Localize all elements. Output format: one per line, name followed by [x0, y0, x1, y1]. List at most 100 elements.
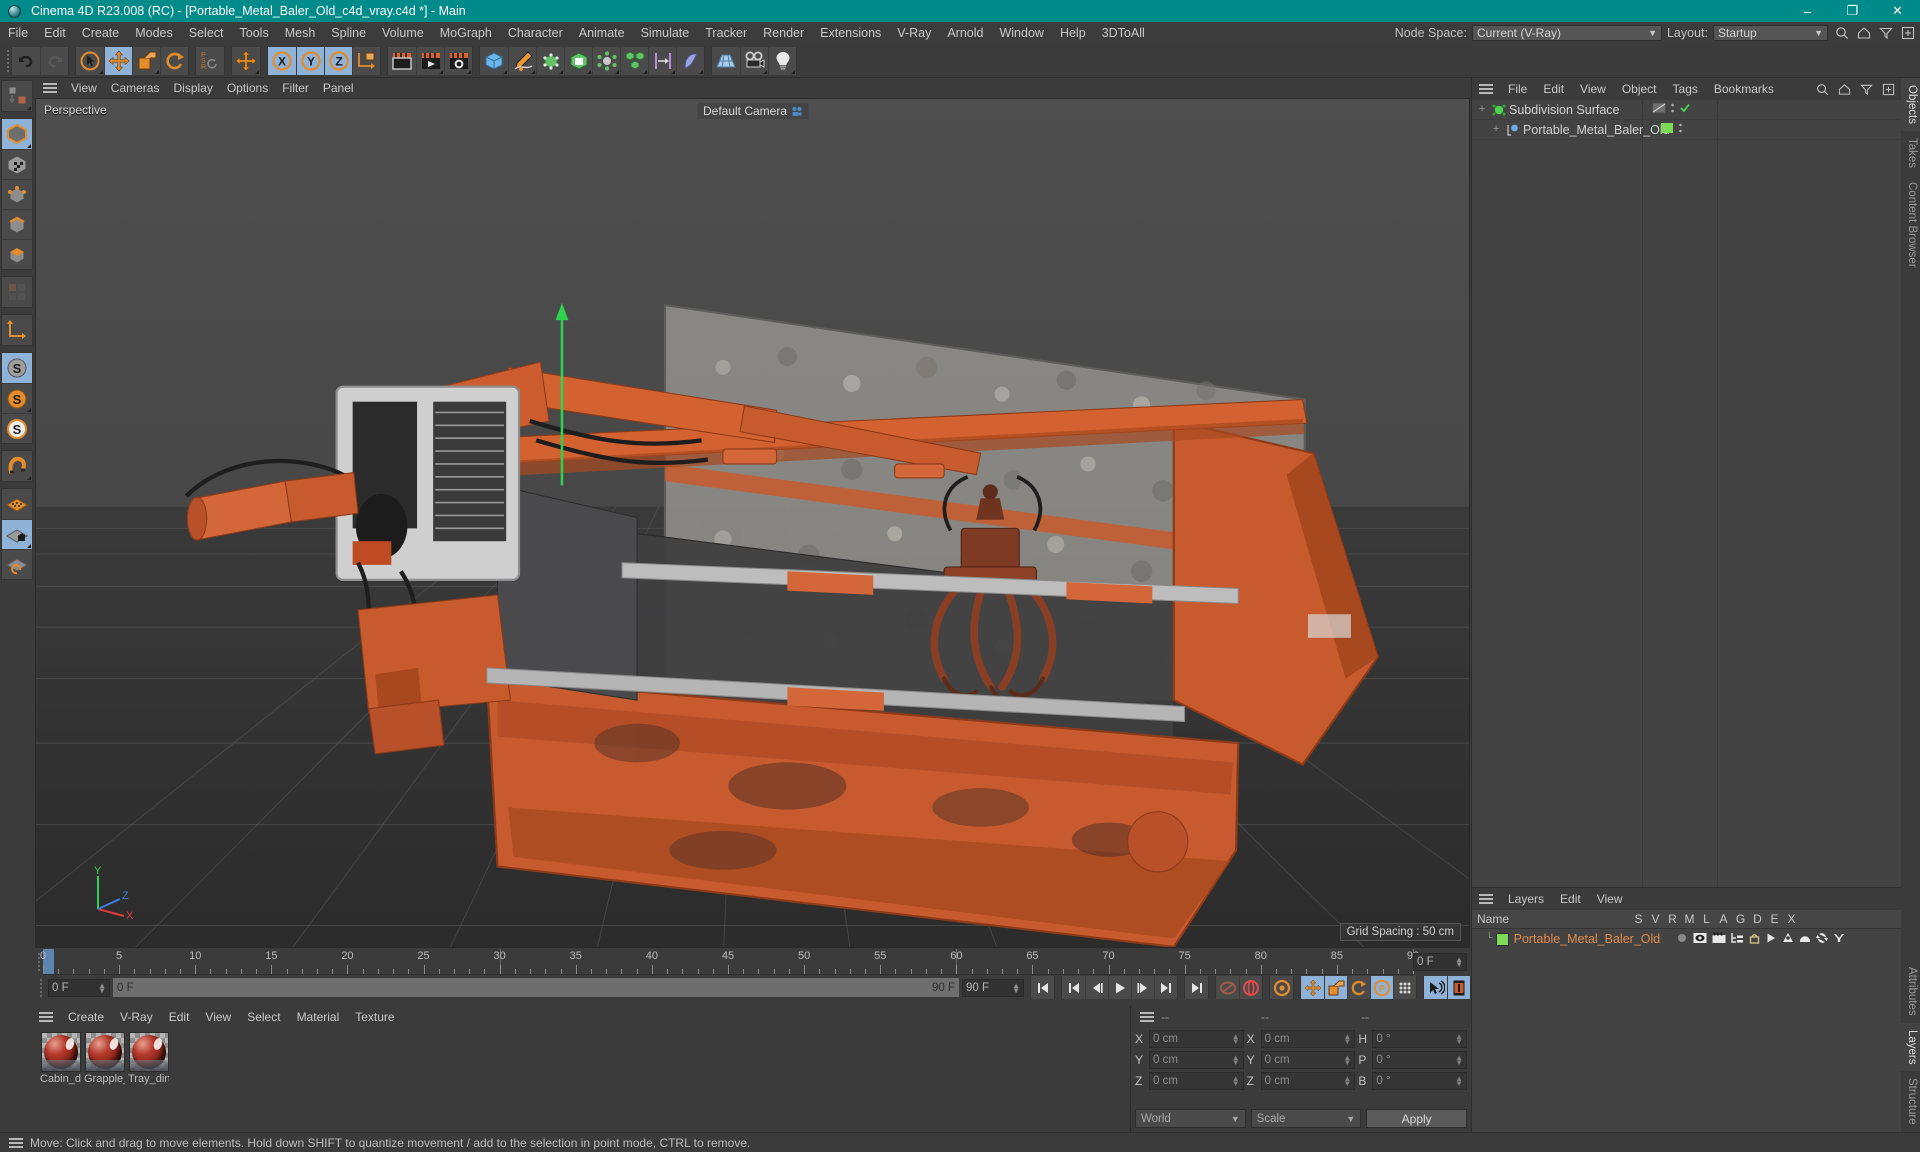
- filter-icon[interactable]: [1877, 25, 1894, 42]
- render-view-button[interactable]: [388, 46, 416, 75]
- menu-item-file[interactable]: File: [0, 22, 36, 44]
- object-menu-tags[interactable]: Tags: [1665, 78, 1706, 100]
- spinner[interactable]: ▲ ▼: [1232, 1075, 1240, 1088]
- snap-enable-button[interactable]: [2, 489, 32, 519]
- field-rotation-H[interactable]: 0 ° ▲ ▼: [1372, 1030, 1468, 1048]
- generators-toggle-icon[interactable]: [1782, 932, 1794, 947]
- viewport-menu-options[interactable]: Options: [220, 78, 275, 98]
- viewport-menu-hamburger-icon[interactable]: [43, 81, 59, 95]
- field-size-Z[interactable]: 0 cm ▲ ▼: [1260, 1072, 1356, 1090]
- enable-axis-button[interactable]: [2, 315, 32, 345]
- viewport-rotate-icon[interactable]: [1422, 99, 1439, 100]
- go-to-previous-key-button[interactable]: [1062, 976, 1085, 999]
- field-position-Y[interactable]: 0 cm ▲ ▼: [1149, 1051, 1244, 1069]
- environment-button[interactable]: [592, 46, 620, 75]
- viewport-move-icon[interactable]: [1378, 99, 1395, 100]
- layer-menu-layers[interactable]: Layers: [1500, 888, 1552, 910]
- spinner[interactable]: ▲ ▼: [1343, 1054, 1351, 1067]
- lock-toggle-icon[interactable]: [1749, 932, 1760, 947]
- go-to-next-key-button[interactable]: [1154, 976, 1177, 999]
- key-rotation-button[interactable]: [1347, 976, 1370, 999]
- light-object-button[interactable]: [768, 46, 796, 75]
- menu-item-render[interactable]: Render: [755, 22, 812, 44]
- object-tree[interactable]: + Subdivision Surface + Portable_Metal_B…: [1472, 100, 1901, 887]
- home-icon[interactable]: [1855, 25, 1872, 42]
- maximize-button[interactable]: ❐: [1830, 0, 1875, 22]
- material-menu-material[interactable]: Material: [289, 1006, 348, 1028]
- material-menu-edit[interactable]: Edit: [161, 1006, 198, 1028]
- world-axis-button[interactable]: [232, 46, 260, 75]
- render-settings-button[interactable]: [444, 46, 472, 75]
- right-frame-field[interactable]: 0 F ▲ ▼: [1413, 953, 1467, 971]
- menu-item-arnold[interactable]: Arnold: [939, 22, 991, 44]
- current-frame-field[interactable]: 0 F ▲ ▼: [48, 978, 110, 997]
- field-rotation-P[interactable]: 0 ° ▲ ▼: [1372, 1051, 1468, 1069]
- coordinate-system-button[interactable]: [352, 46, 380, 75]
- undo-button[interactable]: [12, 46, 40, 75]
- material-menu-hamburger-icon[interactable]: [39, 1010, 55, 1024]
- menu-item-character[interactable]: Character: [500, 22, 571, 44]
- step-back-button[interactable]: [1085, 976, 1108, 999]
- layout-select[interactable]: Startup ▼: [1713, 25, 1828, 41]
- cloth-surface-button[interactable]: [676, 46, 704, 75]
- timebar-grip[interactable]: [36, 978, 45, 997]
- layer-color-swatch[interactable]: [1660, 121, 1674, 138]
- field-position-Z[interactable]: 0 cm ▲ ▼: [1149, 1072, 1244, 1090]
- select-tool-button[interactable]: [76, 46, 104, 75]
- vtab-layers[interactable]: Layers: [1901, 1022, 1920, 1072]
- material-menu-create[interactable]: Create: [60, 1006, 112, 1028]
- go-to-start-button[interactable]: [1031, 976, 1054, 999]
- key-parameter-button[interactable]: P: [1370, 976, 1393, 999]
- spinner[interactable]: ▲ ▼: [1343, 1033, 1351, 1046]
- row-dots-icon[interactable]: [1670, 101, 1675, 118]
- play-button[interactable]: [1108, 976, 1131, 999]
- polygons-mode-button[interactable]: [2, 239, 32, 269]
- model-mode-button[interactable]: [2, 119, 32, 149]
- menu-item-extensions[interactable]: Extensions: [812, 22, 889, 44]
- playback-range-bar[interactable]: 0 F 90 F: [113, 978, 959, 997]
- scale-tool-button[interactable]: [132, 46, 160, 75]
- layer-menu-hamburger-icon[interactable]: [1479, 892, 1495, 906]
- points-mode-button[interactable]: [2, 179, 32, 209]
- apply-button[interactable]: Apply: [1366, 1109, 1468, 1128]
- expressions-toggle-icon[interactable]: [1816, 932, 1829, 947]
- viewport-3d[interactable]: Perspective Default Camera Grid Spacing …: [35, 98, 1470, 948]
- toolbar-grip[interactable]: [4, 48, 11, 74]
- coordinate-mode-select[interactable]: Scale ▼: [1250, 1109, 1362, 1128]
- object-home-icon[interactable]: [1836, 81, 1853, 98]
- material-thumbnail[interactable]: [40, 1032, 81, 1072]
- viewport-menu-view[interactable]: View: [64, 78, 104, 98]
- camera-object-button[interactable]: [740, 46, 768, 75]
- move-tool-button[interactable]: [104, 46, 132, 75]
- object-menu-edit[interactable]: Edit: [1535, 78, 1572, 100]
- field-size-X[interactable]: 0 cm ▲ ▼: [1260, 1030, 1356, 1048]
- menu-item-tools[interactable]: Tools: [232, 22, 277, 44]
- menu-item-mograph[interactable]: MoGraph: [432, 22, 500, 44]
- psr-toggle-button[interactable]: PSR: [196, 46, 224, 75]
- key-point-level-button[interactable]: [1393, 976, 1416, 999]
- vtab-takes[interactable]: Takes: [1901, 131, 1920, 176]
- redo-button[interactable]: [40, 46, 68, 75]
- animation-toggle-icon[interactable]: [1765, 932, 1777, 947]
- object-menu-object[interactable]: Object: [1614, 78, 1665, 100]
- step-forward-button[interactable]: [1131, 976, 1154, 999]
- snap-lock-button[interactable]: [2, 519, 32, 549]
- soft-selection-button[interactable]: S: [2, 353, 32, 383]
- spinner[interactable]: ▲ ▼: [1455, 1075, 1463, 1088]
- key-scale-button[interactable]: [1324, 976, 1347, 999]
- edges-mode-button[interactable]: [2, 209, 32, 239]
- menu-item-edit[interactable]: Edit: [36, 22, 74, 44]
- row-dots-icon[interactable]: [1678, 121, 1683, 138]
- field-rotation-B[interactable]: 0 ° ▲ ▼: [1372, 1072, 1468, 1090]
- material-menu-texture[interactable]: Texture: [347, 1006, 402, 1028]
- object-add-icon[interactable]: [1880, 81, 1897, 98]
- menu-item-v-ray[interactable]: V-Ray: [889, 22, 939, 44]
- record-keyframe-button[interactable]: [1239, 976, 1262, 999]
- autokeying-button[interactable]: [1216, 976, 1239, 999]
- layer-list[interactable]: └ Portable_Metal_Baler_Old: [1472, 929, 1901, 1132]
- magnet-tool-button[interactable]: [2, 451, 32, 481]
- subdivision-tag-icon[interactable]: [1652, 101, 1666, 118]
- solo-toggle-icon[interactable]: [1676, 932, 1688, 947]
- viewport-menu-filter[interactable]: Filter: [275, 78, 316, 98]
- viewport-menu-panel[interactable]: Panel: [316, 78, 361, 98]
